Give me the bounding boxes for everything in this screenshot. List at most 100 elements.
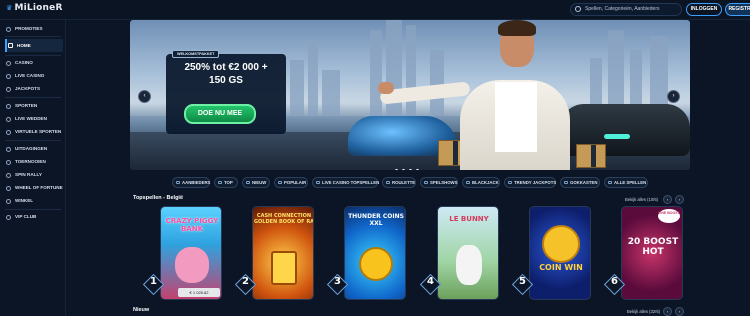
sidebar-item-winkel[interactable]: WINKEL [5, 196, 63, 206]
filter-chip-blackjack[interactable]: BLACKJACK [462, 177, 500, 188]
section-title: Topspellen - België [133, 195, 184, 201]
join-now-button[interactable]: DOE NU MEE [184, 104, 256, 124]
divider [5, 209, 61, 210]
chevron-left-icon[interactable]: ‹ [138, 90, 151, 103]
promo-tag: WELKOMSTPAKKET [172, 50, 220, 58]
view-all-link[interactable]: Bekijk alles (32/6) [627, 309, 660, 314]
carousel-dot[interactable] [416, 169, 419, 170]
filter-chip-live-casino[interactable]: LIVE CASINO TOPSPELLEN [312, 177, 380, 188]
filter-chip-alle-spellen[interactable]: ALLE SPELLEN [604, 177, 648, 188]
filter-label: BLACKJACK [472, 180, 499, 185]
sidebar-item-label: WINKEL [15, 198, 34, 203]
filter-label: AANBIEDERS [182, 180, 211, 185]
chevron-right-icon[interactable]: › [675, 307, 684, 316]
filter-chip-aanbieders[interactable]: AANBIEDERS [172, 177, 210, 188]
skyline [370, 30, 382, 120]
sidebar-item-label: LIVE WEDDEN [15, 116, 47, 121]
logo[interactable]: ♛ MiLioneR [6, 3, 63, 13]
filter-chip-populair[interactable]: POPULAIR [274, 177, 308, 188]
rank-number: 6 [611, 276, 618, 287]
sidebar-item-uitdagingen[interactable]: UITDAGINGEN [5, 144, 63, 154]
skyline [290, 60, 304, 120]
gift-box-image [576, 144, 606, 168]
skyline [386, 20, 402, 120]
register-button[interactable]: REGISTREREN [725, 3, 750, 16]
search-placeholder: Spellen, Categorieën, Aanbieders [585, 6, 660, 12]
search-icon [575, 6, 581, 12]
sidebar-item-label: SPIN RALLY [15, 172, 42, 177]
carousel-dot[interactable] [409, 169, 412, 170]
sidebar-item-casino[interactable]: CASINO [5, 58, 63, 68]
cards-icon [6, 61, 11, 66]
chevron-right-icon[interactable]: › [667, 90, 680, 103]
target-icon [6, 147, 11, 152]
game-tile-crazy-piggy-bank[interactable]: CRAZY PIGGY BANK € 1 025.62 [160, 206, 222, 300]
home-icon [8, 43, 13, 48]
promo-headline: 250% tot €2 000 + [184, 62, 268, 73]
sidebar-item-wheel-of-fortune[interactable]: WHEEL OF FORTUNE [5, 183, 63, 193]
search-input[interactable]: Spellen, Categorieën, Aanbieders [570, 3, 682, 16]
chevron-right-icon[interactable]: › [675, 195, 684, 204]
rank-number: 5 [519, 276, 526, 287]
divider [5, 36, 61, 37]
new-icon [246, 181, 250, 184]
jackpot-icon [6, 87, 11, 92]
top-bar: ♛ MiLioneR Spellen, Categorieën, Aanbiede… [0, 0, 750, 20]
filter-chip-trendy-jackpots[interactable]: TRENDY JACKPOTS [504, 177, 556, 188]
headlight [604, 134, 630, 139]
filter-label: SPELSHOWS [430, 180, 458, 185]
sidebar-item-live-casino[interactable]: LIVE CASINO [5, 71, 63, 81]
filter-chip-top[interactable]: TOP [214, 177, 238, 188]
divider [5, 55, 61, 56]
sidebar-item-label: UITDAGINGEN [15, 146, 48, 151]
coin-image [542, 225, 580, 263]
game-title: CASH CONNECTION GOLDEN BOOK OF RA [253, 213, 314, 225]
filter-label: ALLE SPELLEN [614, 180, 647, 185]
crown-icon [6, 215, 11, 220]
game-tile-le-bunny[interactable]: LE BUNNY [437, 206, 499, 300]
sidebar-item-vip-club[interactable]: VIP CLUB [5, 212, 63, 222]
filter-label: GOKKASTEN [570, 180, 598, 185]
filter-chip-nieuw[interactable]: NIEUW [242, 177, 270, 188]
host-hair [498, 20, 536, 36]
sidebar-item-label: VIRTUELE SPORTEN [15, 129, 62, 134]
view-all-link[interactable]: Bekijk alles (10/6) [625, 197, 658, 202]
carousel-dot[interactable] [395, 169, 398, 170]
game-title: CRAZY PIGGY BANK [165, 217, 219, 233]
spin-icon [6, 173, 11, 178]
sidebar-item-live-wedden[interactable]: LIVE WEDDEN [5, 114, 63, 124]
carousel-dot[interactable] [402, 169, 405, 170]
sidebar-item-promoties[interactable]: PROMOTIES [5, 24, 63, 34]
promo-banner[interactable]: WELKOMSTPAKKET 250% tot €2 000 + 150 GS … [130, 20, 690, 170]
game-title: COIN WIN [539, 263, 583, 272]
sidebar-item-toernooien[interactable]: TOERNOOIEN [5, 157, 63, 167]
game-tile-coin-win[interactable]: COIN WIN [529, 206, 591, 300]
rank-number: 4 [427, 276, 434, 287]
sidebar-item-spin-rally[interactable]: SPIN RALLY [5, 170, 63, 180]
sidebar-item-jackpots[interactable]: JACKPOTS [5, 84, 63, 94]
game-tile-20-boost-hot[interactable]: LINE BOOST 20 BOOST HOT [621, 206, 683, 300]
game-tile-cash-connection[interactable]: CASH CONNECTION GOLDEN BOOK OF RA [252, 206, 314, 300]
sidebar-item-virtuele-sporten[interactable]: VIRTUELE SPORTEN [5, 127, 63, 137]
chevron-left-icon[interactable]: ‹ [663, 307, 672, 316]
filter-label: LIVE CASINO TOPSPELLEN [322, 180, 380, 185]
host-hand [378, 82, 394, 94]
game-tile-thunder-coins[interactable]: THUNDER COINS XXL [344, 206, 406, 300]
sidebar-item-sporten[interactable]: SPORTEN [5, 101, 63, 111]
filter-chip-gokkasten[interactable]: GOKKASTEN [560, 177, 600, 188]
login-button[interactable]: INLOGGEN [686, 3, 722, 16]
sidebar-item-label: LIVE CASINO [15, 73, 45, 78]
chevron-left-icon[interactable]: ‹ [663, 195, 672, 204]
carousel-dots [395, 159, 423, 170]
promo-card: WELKOMSTPAKKET 250% tot €2 000 + 150 GS … [166, 50, 286, 134]
fire-icon [278, 181, 282, 184]
roulette-icon [386, 181, 390, 184]
filter-chip-roulette[interactable]: ROULETTE [382, 177, 416, 188]
sidebar-item-home[interactable]: HOME [5, 39, 63, 52]
skyline [322, 70, 340, 120]
filter-chip-spelshows[interactable]: SPELSHOWS [420, 177, 458, 188]
cards-icon [466, 181, 470, 184]
virtual-icon [6, 130, 11, 135]
bunny-image [456, 245, 482, 285]
live-bet-icon [6, 117, 11, 122]
